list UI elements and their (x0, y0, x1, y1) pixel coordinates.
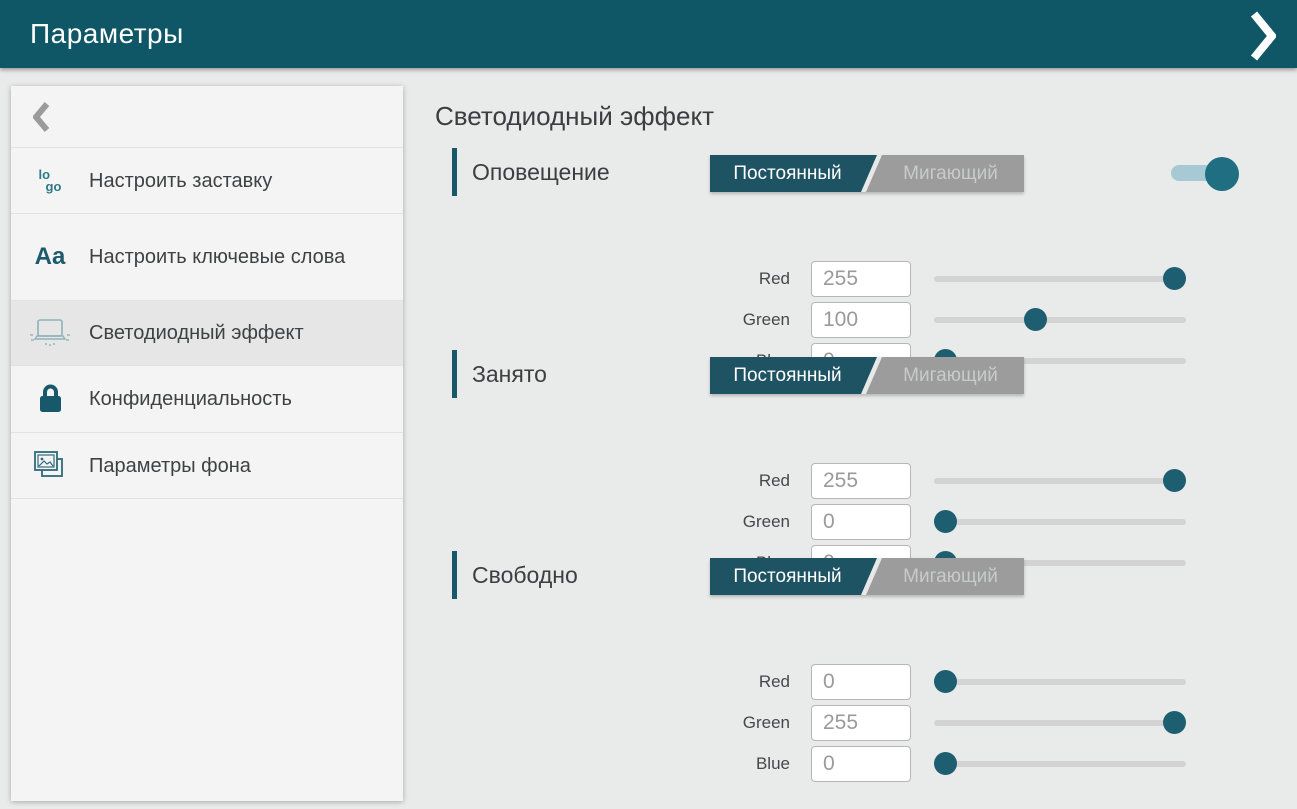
slider-thumb[interactable] (934, 752, 957, 775)
slider-track (934, 276, 1186, 282)
red-label: Red (452, 471, 790, 491)
green-slider[interactable] (934, 705, 1186, 741)
mode-constant-label: Постоянный (733, 163, 841, 185)
green-label: Green (452, 310, 790, 330)
sidebar: logo Настроить заставку Aa Настроить клю… (11, 86, 403, 801)
red-value-input[interactable] (811, 463, 911, 499)
mode-constant-label: Постоянный (733, 566, 841, 588)
mode-toggle-group: Мигающий Постоянный (710, 357, 1024, 394)
led-display-icon (11, 317, 89, 349)
sidebar-item-label: Настроить ключевые слова (89, 244, 371, 270)
green-label: Green (452, 713, 790, 733)
slider-track (934, 519, 1186, 525)
keywords-icon: Aa (11, 243, 89, 271)
forward-chevron-button[interactable] (1243, 14, 1283, 58)
mode-constant-button[interactable]: Постоянный (710, 558, 877, 595)
slider-thumb[interactable] (1024, 308, 1047, 331)
mode-constant-button[interactable]: Постоянный (710, 155, 877, 192)
mode-blinking-button[interactable]: Мигающий (877, 558, 1024, 595)
mode-toggle-group: Мигающий Постоянный (710, 558, 1024, 595)
sidebar-back-button[interactable] (11, 86, 403, 148)
slider-track (934, 317, 1186, 323)
red-label: Red (452, 672, 790, 692)
rgb-row-green: Green (452, 705, 1186, 741)
sidebar-item-keywords[interactable]: Aa Настроить ключевые слова (11, 214, 403, 301)
content-title: Светодиодный эффект (435, 101, 714, 132)
mode-blinking-button[interactable]: Мигающий (877, 357, 1024, 394)
blue-slider[interactable] (934, 746, 1186, 782)
section-label: Занято (472, 350, 547, 398)
settings-window: Параметры logo Настроить заставку Aa Нас… (0, 0, 1297, 809)
mode-toggle-group: Мигающий Постоянный (710, 155, 1024, 192)
sidebar-item-led-effect[interactable]: Светодиодный эффект (11, 301, 403, 366)
green-slider[interactable] (934, 302, 1186, 338)
red-slider[interactable] (934, 664, 1186, 700)
sidebar-item-label: Параметры фона (89, 453, 277, 479)
red-slider[interactable] (934, 261, 1186, 297)
sidebar-item-label: Настроить заставку (89, 168, 298, 194)
blue-label: Blue (452, 754, 790, 774)
topbar: Параметры (0, 0, 1297, 68)
logo-icon: logo (11, 169, 89, 191)
sidebar-item-label: Светодиодный эффект (89, 320, 330, 346)
sidebar-item-splash-screen[interactable]: logo Настроить заставку (11, 148, 403, 214)
section-label: Оповещение (472, 148, 610, 196)
mode-blinking-button[interactable]: Мигающий (877, 155, 1024, 192)
red-value-input[interactable] (811, 664, 911, 700)
slider-thumb[interactable] (934, 670, 957, 693)
green-value-input[interactable] (811, 705, 911, 741)
section-label: Свободно (472, 551, 578, 599)
slider-thumb[interactable] (1163, 469, 1186, 492)
section-alert: Оповещение Мигающий Постоянный Red (452, 148, 1186, 384)
slider-thumb[interactable] (934, 510, 957, 533)
sidebar-item-label: Конфиденциальность (89, 386, 318, 412)
mode-blinking-label: Мигающий (903, 566, 998, 588)
switch-knob (1205, 157, 1239, 191)
mode-constant-button[interactable]: Постоянный (710, 357, 877, 394)
background-images-icon (11, 449, 89, 483)
rgb-row-red: Red (452, 664, 1186, 700)
green-slider[interactable] (934, 504, 1186, 540)
slider-track (934, 720, 1186, 726)
chevron-right-icon (1250, 11, 1276, 61)
slider-track (934, 761, 1186, 767)
mode-constant-label: Постоянный (733, 365, 841, 387)
mode-blinking-label: Мигающий (903, 365, 998, 387)
sidebar-item-background[interactable]: Параметры фона (11, 433, 403, 499)
blue-value-input[interactable] (811, 746, 911, 782)
rgb-row-green: Green (452, 302, 1186, 338)
slider-track (934, 679, 1186, 685)
slider-thumb[interactable] (1163, 711, 1186, 734)
red-label: Red (452, 269, 790, 289)
slider-track (934, 478, 1186, 484)
section-accent-bar (452, 148, 457, 196)
section-accent-bar (452, 350, 457, 398)
rgb-row-green: Green (452, 504, 1186, 540)
green-value-input[interactable] (811, 504, 911, 540)
slider-thumb[interactable] (1163, 267, 1186, 290)
sidebar-item-privacy[interactable]: Конфиденциальность (11, 366, 403, 433)
section-accent-bar (452, 551, 457, 599)
rgb-row-red: Red (452, 261, 1186, 297)
alert-enabled-switch[interactable] (1171, 157, 1229, 191)
section-free: Свободно Мигающий Постоянный Red (452, 551, 1186, 787)
chevron-left-icon (33, 101, 50, 133)
page-title: Параметры (30, 18, 184, 50)
green-value-input[interactable] (811, 302, 911, 338)
red-value-input[interactable] (811, 261, 911, 297)
lock-icon (11, 383, 89, 415)
green-label: Green (452, 512, 790, 532)
rgb-row-blue: Blue (452, 746, 1186, 782)
mode-blinking-label: Мигающий (903, 163, 998, 185)
rgb-row-red: Red (452, 463, 1186, 499)
red-slider[interactable] (934, 463, 1186, 499)
